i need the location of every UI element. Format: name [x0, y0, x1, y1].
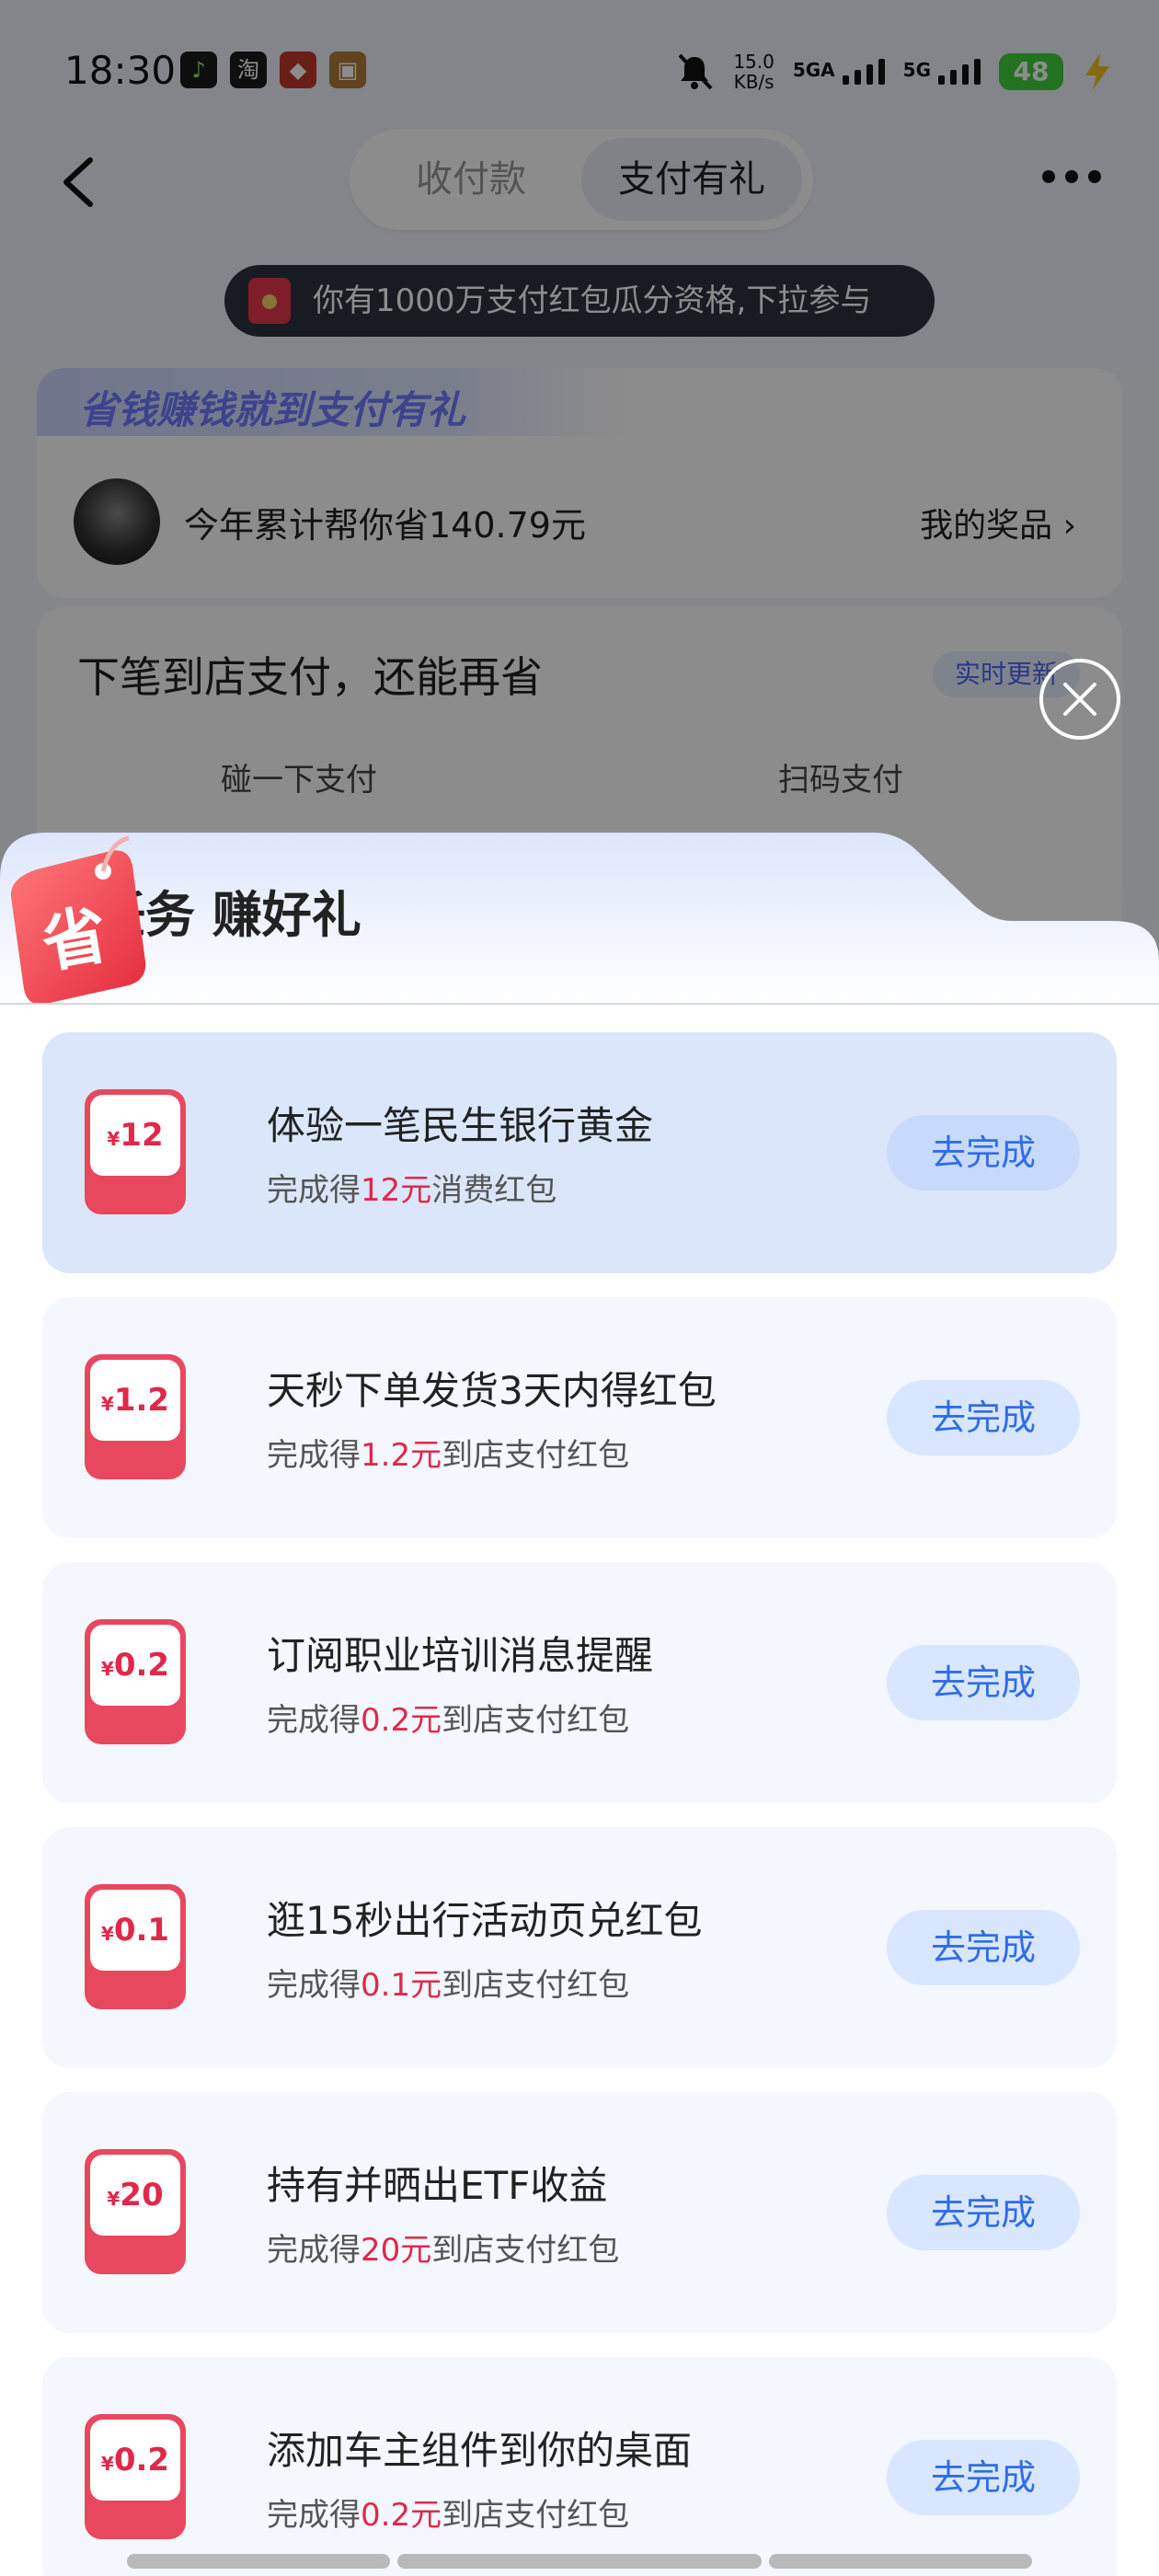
task-title: 天秒下单发货3天内得红包 — [267, 1368, 717, 1413]
task-reward-text: 完成得0.2元到店支付红包 — [267, 1695, 629, 1740]
reward-suffix: 到店支付红包 — [442, 1967, 630, 2004]
currency-symbol: ¥ — [107, 1128, 120, 1150]
scroll-indicator-segment — [127, 2554, 390, 2569]
reward-suffix: 到店支付红包 — [431, 2232, 620, 2269]
task-title: 添加车主组件到你的桌面 — [267, 2428, 693, 2473]
scroll-indicator-segment — [397, 2554, 762, 2569]
reward-prefix: 完成得 — [267, 1172, 361, 1209]
go-complete-button[interactable]: 去完成 — [887, 1645, 1080, 1720]
task-row[interactable]: ¥12 体验一笔民生银行黄金 完成得12元消费红包 去完成 — [42, 1032, 1117, 1273]
reward-amount: 20元 — [361, 2232, 432, 2269]
coupon-amount-value: 0.1 — [113, 1912, 170, 1949]
task-reward-text: 完成得0.1元到店支付红包 — [267, 1960, 629, 2005]
coupon-amount: ¥0.2 — [90, 1625, 180, 1706]
reward-suffix: 消费红包 — [431, 1172, 557, 1209]
reward-suffix: 到店支付红包 — [442, 1437, 630, 1474]
reward-amount: 0.2元 — [361, 1702, 442, 1739]
coupon-amount-value: 20 — [120, 2177, 164, 2214]
task-reward-text: 完成得0.2元到店支付红包 — [267, 2490, 629, 2535]
coupon-amount: ¥1.2 — [90, 1360, 180, 1441]
task-title: 体验一笔民生银行黄金 — [267, 1103, 654, 1148]
sheet-header: 做任务 赚好礼 省 — [0, 833, 1159, 1005]
task-reward-text: 完成得1.2元到店支付红包 — [267, 1430, 629, 1475]
currency-symbol: ¥ — [100, 1923, 114, 1945]
reward-prefix: 完成得 — [267, 1702, 361, 1739]
coupon-amount: ¥20 — [90, 2155, 180, 2236]
reward-amount: 0.2元 — [361, 2497, 442, 2534]
reward-amount: 12元 — [361, 1172, 432, 1209]
reward-amount: 1.2元 — [361, 1437, 442, 1474]
saving-tag-icon: 省 — [10, 835, 146, 1005]
close-icon — [1063, 683, 1096, 716]
close-button[interactable] — [1039, 659, 1120, 740]
go-complete-button[interactable]: 去完成 — [887, 1380, 1080, 1455]
task-bottom-sheet: 做任务 赚好礼 省 ¥12 体验一笔民生银行黄金 完成得12元消费红包 去完成 ¥1.2… — [0, 833, 1159, 2576]
reward-prefix: 完成得 — [267, 1967, 361, 2004]
coupon-icon: ¥0.1 — [85, 1884, 186, 2009]
task-row[interactable]: ¥0.2 添加车主组件到你的桌面 完成得0.2元到店支付红包 去完成 — [42, 2357, 1117, 2576]
currency-symbol: ¥ — [100, 1658, 114, 1680]
task-reward-text: 完成得20元到店支付红包 — [267, 2225, 619, 2270]
scroll-indicator-segment — [769, 2554, 1032, 2569]
coupon-amount: ¥0.1 — [90, 1890, 180, 1971]
coupon-icon: ¥20 — [85, 2149, 186, 2274]
task-title: 持有并晒出ETF收益 — [267, 2163, 608, 2208]
reward-prefix: 完成得 — [267, 2232, 361, 2269]
task-row[interactable]: ¥0.2 订阅职业培训消息提醒 完成得0.2元到店支付红包 去完成 — [42, 1562, 1117, 1803]
coupon-amount: ¥0.2 — [90, 2420, 180, 2501]
reward-prefix: 完成得 — [267, 1437, 361, 1474]
task-reward-text: 完成得12元消费红包 — [267, 1165, 557, 1210]
go-complete-button[interactable]: 去完成 — [887, 1910, 1080, 1985]
coupon-icon: ¥1.2 — [85, 1354, 186, 1479]
reward-suffix: 到店支付红包 — [442, 2497, 630, 2534]
coupon-amount-value: 1.2 — [113, 1382, 170, 1419]
coupon-amount-value: 12 — [120, 1117, 164, 1154]
currency-symbol: ¥ — [107, 2188, 120, 2210]
task-list: ¥12 体验一笔民生银行黄金 完成得12元消费红包 去完成 ¥1.2 天秒下单发货3天内得… — [0, 1003, 1159, 2576]
saving-tag-text: 省 — [37, 897, 113, 983]
coupon-icon: ¥0.2 — [85, 2414, 186, 2539]
reward-amount: 0.1元 — [361, 1967, 442, 2004]
task-row[interactable]: ¥20 持有并晒出ETF收益 完成得20元到店支付红包 去完成 — [42, 2092, 1117, 2333]
reward-prefix: 完成得 — [267, 2497, 361, 2534]
coupon-icon: ¥0.2 — [85, 1619, 186, 1744]
coupon-amount-value: 0.2 — [113, 2442, 170, 2478]
coupon-amount-value: 0.2 — [113, 1647, 170, 1684]
task-title: 逛15秒出行活动页兑红包 — [267, 1898, 703, 1943]
task-row[interactable]: ¥1.2 天秒下单发货3天内得红包 完成得1.2元到店支付红包 去完成 — [42, 1297, 1117, 1538]
go-complete-button[interactable]: 去完成 — [887, 1115, 1080, 1190]
go-complete-button[interactable]: 去完成 — [887, 2440, 1080, 2515]
task-title: 订阅职业培训消息提醒 — [267, 1633, 654, 1678]
currency-symbol: ¥ — [100, 1393, 114, 1415]
reward-suffix: 到店支付红包 — [442, 1702, 630, 1739]
coupon-icon: ¥12 — [85, 1089, 186, 1214]
go-complete-button[interactable]: 去完成 — [887, 2175, 1080, 2250]
task-row[interactable]: ¥0.1 逛15秒出行活动页兑红包 完成得0.1元到店支付红包 去完成 — [42, 1827, 1117, 2068]
coupon-amount: ¥12 — [90, 1095, 180, 1176]
currency-symbol: ¥ — [100, 2453, 114, 2475]
